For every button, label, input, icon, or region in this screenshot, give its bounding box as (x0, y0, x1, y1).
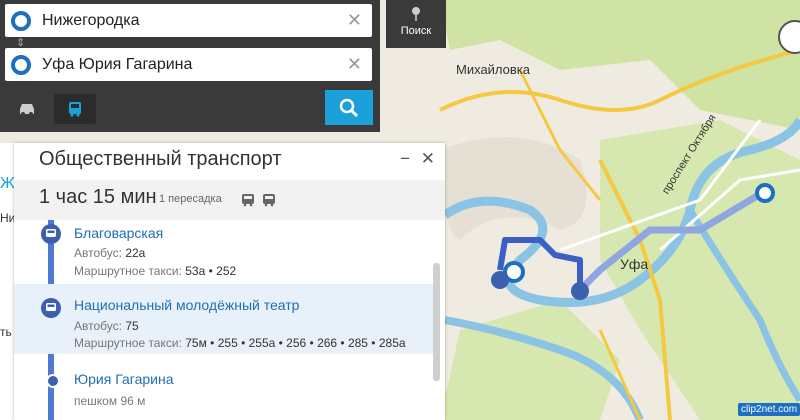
bus-icon (242, 194, 254, 207)
car-icon (20, 104, 34, 116)
stop-name[interactable]: Национальный молодёжный театр (74, 297, 299, 313)
stop-item[interactable]: Национальный молодёжный театр Автобус: 7… (14, 284, 434, 354)
clear-from-icon[interactable]: ✕ (347, 4, 362, 37)
walk-distance: пешком 96 м (74, 394, 146, 408)
side-text-1: Ж (0, 175, 14, 192)
route-summary[interactable]: 1 час 15 мин 1 пересадка (14, 180, 445, 220)
poi-search-button[interactable]: Поиск (386, 0, 446, 48)
to-field[interactable]: Уфа Юрия Гагарина ✕ (5, 48, 372, 81)
close-icon[interactable]: ✕ (421, 149, 435, 168)
stop-name[interactable]: Благоварская (74, 225, 163, 241)
from-marker-icon (11, 11, 31, 31)
from-field[interactable]: Нижегородка ✕ (5, 4, 372, 37)
stop-item[interactable]: Благоварская Автобус: 22а Маршрутное так… (14, 220, 434, 282)
route-search-box: Нижегородка ✕ ⇕ Уфа Юрия Гагарина ✕ (0, 0, 380, 132)
route-duration: 1 час 15 мин (39, 186, 157, 208)
transit-panel: Общественный транспорт − ✕ 1 час 15 мин … (14, 143, 445, 420)
bus-stop-icon (41, 224, 61, 244)
side-text-2: Ни (0, 211, 14, 225)
bus-icon (69, 102, 81, 117)
bus-routes: Автобус: 22а (74, 246, 146, 260)
stop-item[interactable]: Юрия Гагарина пешком 96 м (14, 359, 434, 420)
stop-name[interactable]: Юрия Гагарина (74, 371, 174, 387)
bus-icon (263, 194, 275, 207)
search-button[interactable] (325, 90, 373, 125)
minimize-icon[interactable]: − (400, 149, 410, 168)
swap-icon[interactable]: ⇕ (16, 38, 25, 49)
taxi-routes: Маршрутное такси: 75м • 255 • 255а • 256… (74, 336, 406, 350)
scrollbar[interactable] (433, 263, 440, 381)
map-label-mikhailovka: Михайловка (456, 62, 531, 77)
walk-stop-icon (46, 374, 60, 388)
poi-search-label: Поиск (400, 25, 432, 37)
transfer-count: 1 пересадка (159, 193, 222, 205)
bus-stop-icon (41, 298, 61, 318)
taxi-routes: Маршрутное такси: 53а • 252 (74, 264, 237, 278)
to-input[interactable]: Уфа Юрия Гагарина (42, 48, 192, 81)
map-label-ufa: Уфа (620, 256, 649, 272)
panel-title: Общественный транспорт (39, 148, 282, 170)
watermark: clip2net.com (738, 403, 800, 416)
car-mode-button[interactable] (6, 94, 48, 124)
clear-to-icon[interactable]: ✕ (347, 48, 362, 81)
bus-routes: Автобус: 75 (74, 319, 139, 333)
side-panel: Ж Ни ть (0, 143, 14, 420)
panel-controls: − ✕ (400, 149, 435, 169)
side-text-3: ть (0, 325, 12, 339)
to-marker-icon (11, 55, 31, 75)
bus-mode-button[interactable] (54, 94, 96, 124)
pin-icon (412, 7, 420, 21)
from-input[interactable]: Нижегородка (42, 4, 140, 37)
search-icon (339, 98, 359, 117)
